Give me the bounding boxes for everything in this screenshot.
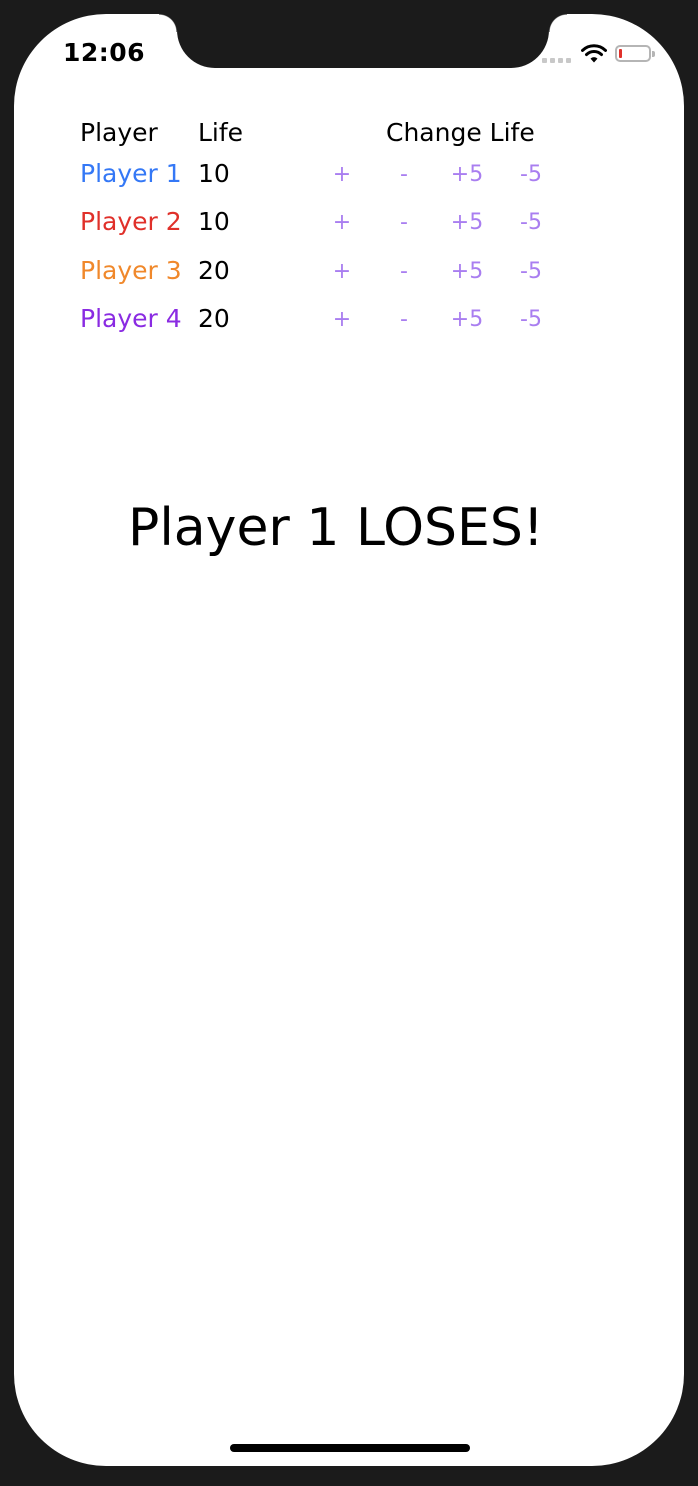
player-row: Player 2 10 + - +5 -5 [14, 207, 684, 247]
header-change-life: Change Life [386, 118, 535, 147]
notch [159, 14, 567, 68]
player-row: Player 1 10 + - +5 -5 [14, 159, 684, 199]
status-time: 12:06 [63, 38, 146, 67]
player-life: 10 [198, 207, 230, 236]
player-row: Player 4 20 + - +5 -5 [14, 304, 684, 344]
plus-five-button[interactable]: +5 [447, 259, 487, 284]
player-name: Player 1 [80, 159, 182, 188]
plus-one-button[interactable]: + [322, 162, 362, 187]
minus-one-button[interactable]: - [384, 307, 424, 332]
minus-five-button[interactable]: -5 [511, 307, 551, 332]
plus-five-button[interactable]: +5 [447, 210, 487, 235]
player-life: 20 [198, 256, 230, 285]
minus-five-button[interactable]: -5 [511, 259, 551, 284]
player-life: 10 [198, 159, 230, 188]
plus-five-button[interactable]: +5 [447, 162, 487, 187]
plus-five-button[interactable]: +5 [447, 307, 487, 332]
plus-one-button[interactable]: + [322, 307, 362, 332]
player-life: 20 [198, 304, 230, 333]
minus-one-button[interactable]: - [384, 210, 424, 235]
header-life: Life [198, 118, 244, 147]
minus-one-button[interactable]: - [384, 162, 424, 187]
plus-one-button[interactable]: + [322, 210, 362, 235]
battery-level [619, 49, 622, 58]
header-player: Player [80, 118, 158, 147]
wifi-icon [581, 44, 607, 63]
phone-frame: 12:06 Player Life Change Life Player 1 1… [0, 0, 698, 1486]
plus-one-button[interactable]: + [322, 259, 362, 284]
battery-icon [615, 45, 655, 62]
player-row: Player 3 20 + - +5 -5 [14, 256, 684, 296]
loss-message: Player 1 LOSES! [128, 498, 544, 558]
minus-five-button[interactable]: -5 [511, 162, 551, 187]
minus-one-button[interactable]: - [384, 259, 424, 284]
home-indicator [230, 1444, 470, 1452]
minus-five-button[interactable]: -5 [511, 210, 551, 235]
player-name: Player 4 [80, 304, 182, 333]
player-name: Player 3 [80, 256, 182, 285]
player-name: Player 2 [80, 207, 182, 236]
cellular-signal-icon [542, 58, 571, 63]
screen: 12:06 Player Life Change Life Player 1 1… [14, 14, 684, 1466]
